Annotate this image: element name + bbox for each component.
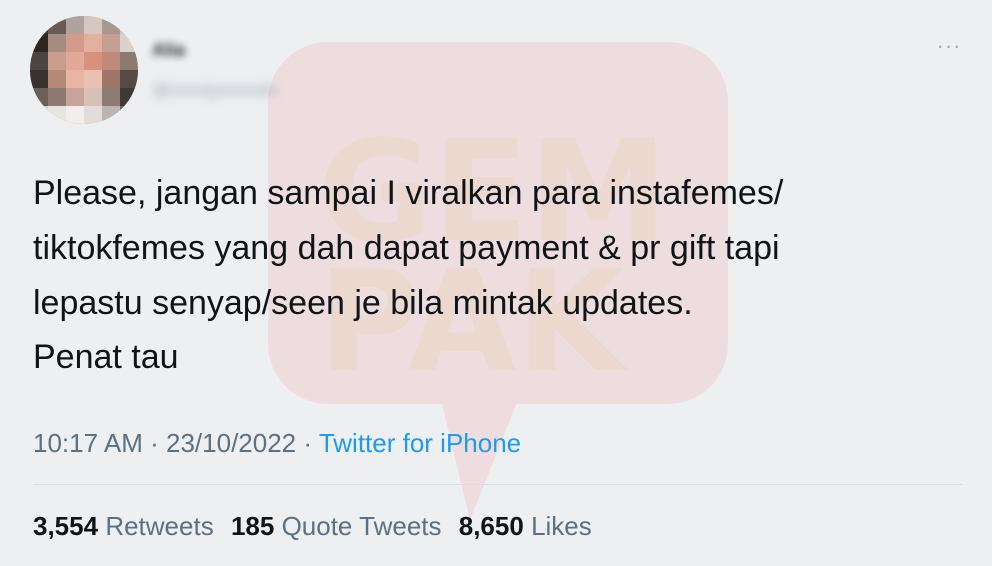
more-horizontal-icon[interactable]: ···: [934, 35, 964, 57]
quote-tweets-label: Quote Tweets: [281, 511, 442, 541]
likes-stat[interactable]: 8,650 Likes: [459, 511, 592, 541]
tweet-time[interactable]: 10:17 AM: [33, 428, 143, 458]
retweets-stat[interactable]: 3,554 Retweets: [33, 511, 214, 541]
avatar-image-pixelated: [30, 16, 138, 124]
avatar[interactable]: [30, 16, 138, 124]
tweet-text-second-paragraph: Penat tau: [33, 338, 179, 376]
display-name[interactable]: Alia: [152, 40, 202, 60]
likes-count: 8,650: [458, 511, 524, 541]
quote-tweets-stat[interactable]: 185 Quote Tweets: [231, 511, 442, 541]
tweet-source-link[interactable]: Twitter for iPhone: [319, 428, 521, 458]
divider: [33, 484, 962, 485]
engagement-stats: 3,554 Retweets 185 Quote Tweets 8,650 Li…: [33, 508, 602, 544]
tweet-metadata: 10:17 AM · 23/10/2022 · Twitter for iPho…: [33, 424, 521, 462]
likes-label: Likes: [531, 511, 592, 541]
retweets-label: Retweets: [105, 511, 214, 541]
meta-separator: ·: [150, 428, 159, 458]
quote-tweets-count: 185: [230, 511, 275, 541]
tweet-card: GEM PAK Alia @xxxxiyxxxxxlx ··· Please, …: [0, 0, 992, 566]
tweet-text: Please, jangan sampai I viralkan para in…: [33, 174, 784, 322]
tweet-date[interactable]: 23/10/2022: [166, 428, 296, 458]
meta-separator: ·: [303, 428, 313, 458]
user-handle[interactable]: @xxxxiyxxxxxlx: [152, 80, 344, 102]
retweets-count: 3,554: [33, 511, 99, 541]
